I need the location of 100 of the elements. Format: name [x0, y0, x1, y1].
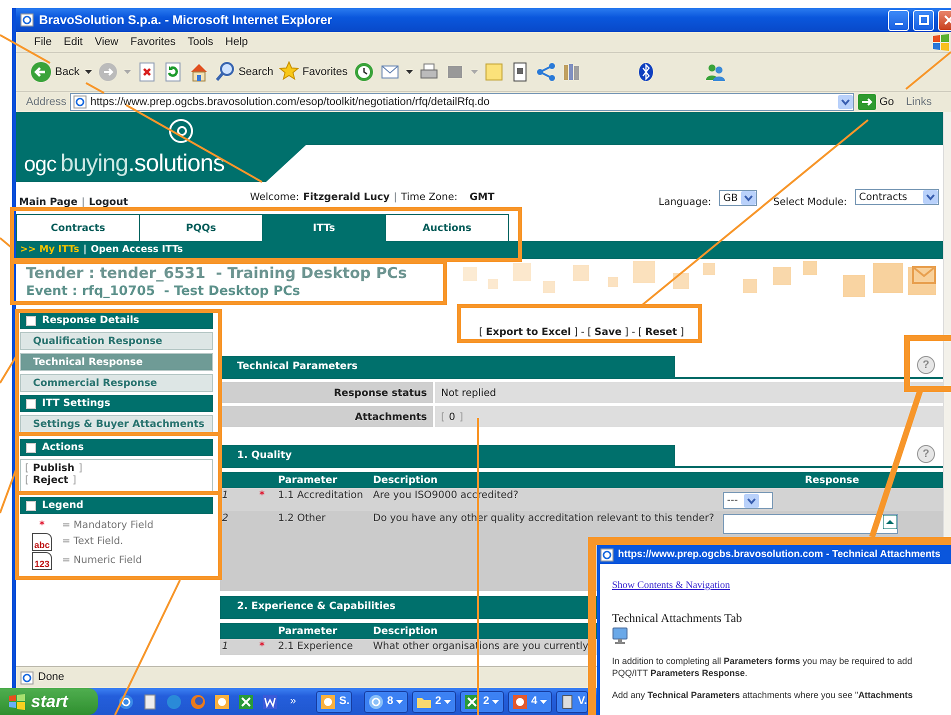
bluetooth-icon[interactable] [638, 62, 654, 82]
bracket: [ [441, 411, 445, 423]
search-button[interactable]: Search [215, 61, 274, 83]
address-field[interactable]: https://www.prep.ogcbs.bravosolution.com/esop/toolkit/negotiation/rfq/detailRfq.do [70, 93, 854, 111]
bracket: ] [459, 411, 464, 423]
sidebar-header[interactable]: Actions [20, 439, 213, 456]
square-icon [26, 500, 36, 510]
menu-item[interactable]: Tools [188, 34, 214, 50]
clock-icon [320, 694, 336, 710]
legend-icon: 123 [32, 552, 52, 570]
language-select[interactable]: GB [719, 190, 758, 206]
star-icon [279, 61, 300, 83]
column-header: Parameter [276, 623, 371, 639]
menu-item[interactable]: File [34, 34, 52, 50]
menu-item[interactable]: View [94, 34, 118, 50]
document-icon[interactable] [142, 694, 158, 710]
section-header: Technical Parameters [220, 356, 675, 377]
response-textarea[interactable] [723, 514, 898, 534]
field-value: Not replied [435, 382, 943, 403]
nav-tab[interactable]: Contracts [16, 214, 140, 241]
taskbar-button[interactable]: 2 [460, 690, 504, 712]
word-processor-icon[interactable] [262, 694, 278, 710]
column-header: Description [371, 472, 721, 488]
spreadsheet-icon[interactable] [238, 694, 254, 710]
browser-icon [368, 694, 384, 710]
menu-item[interactable]: Edit [64, 34, 83, 50]
app-icon [512, 694, 528, 710]
menu-item[interactable]: Favorites [130, 34, 176, 50]
dropdown-caret-icon[interactable] [85, 70, 92, 74]
help-paragraph: Add any Technical Parameters attachments where you see "Attachments [612, 689, 914, 701]
dropdown-caret-icon[interactable] [406, 70, 413, 74]
favorites-button[interactable]: Favorites [279, 61, 348, 83]
bracket: ] [78, 463, 82, 474]
sidebar-header[interactable]: ITT Settings [20, 395, 213, 412]
attachments-link[interactable]: 0 [448, 410, 456, 423]
nav-tab[interactable]: ITTs [262, 214, 386, 241]
close-icon [944, 15, 951, 25]
windows-flag-icon [931, 33, 951, 51]
back-icon [30, 61, 52, 83]
people-icon[interactable] [704, 62, 727, 82]
scroll-up-icon[interactable] [883, 515, 897, 529]
response-select[interactable]: --- [723, 492, 773, 509]
toolbar-link[interactable]: Export to Excel [486, 324, 571, 340]
go-button[interactable]: Go [858, 94, 894, 110]
parameter-cell: 2.1 Experience [276, 639, 371, 655]
document-icon [560, 694, 575, 710]
minimize-icon [894, 23, 902, 25]
taskbar-button[interactable]: 8 [364, 690, 408, 712]
bracket: ] [574, 326, 578, 340]
row-number: 1 [220, 639, 248, 655]
taskbar-button[interactable]: 2 [412, 690, 456, 712]
taskbar-button[interactable]: V. [556, 690, 588, 712]
links-button[interactable]: Links [906, 94, 932, 110]
taskbar-button[interactable]: S. [316, 690, 352, 712]
field-label: Attachments [220, 406, 433, 427]
clock-icon[interactable] [214, 694, 230, 710]
share-icon[interactable] [536, 62, 556, 82]
leader-line [0, 466, 18, 514]
taskbar-button[interactable]: 4 [508, 690, 552, 712]
back-button[interactable]: Back [30, 61, 80, 83]
field-label: Response status [220, 382, 433, 403]
mandatory-asterisk: * [259, 490, 265, 501]
books-icon[interactable] [562, 62, 582, 82]
more-button[interactable]: » [290, 693, 296, 710]
nav-link[interactable]: Logout [88, 195, 128, 210]
module-select[interactable]: Contracts [855, 189, 939, 205]
mandatory-asterisk: * [259, 641, 265, 652]
refresh-icon[interactable] [163, 62, 184, 82]
asterisk: * [38, 520, 46, 532]
dropdown-caret-icon [396, 700, 404, 704]
menu-item[interactable]: Help [225, 34, 248, 50]
subnav-link[interactable]: Open Access ITTs [90, 242, 183, 258]
maximize-button[interactable] [913, 10, 934, 30]
maximize-icon [918, 15, 928, 25]
action-link[interactable]: Reject [32, 475, 68, 486]
bracket: ] [680, 326, 684, 340]
history-icon[interactable] [354, 62, 374, 82]
status-text: Done [38, 670, 64, 686]
nav-tab[interactable]: Auctions [385, 214, 509, 241]
dropdown-caret-icon [540, 700, 548, 704]
toolbar-link[interactable]: Save [594, 324, 622, 340]
timezone-value: GMT [470, 191, 494, 205]
minimize-button[interactable] [888, 10, 909, 30]
sidebar-item[interactable]: Settings & Buyer Attachments [20, 415, 213, 433]
windows-flag-icon [8, 694, 26, 710]
browser-icon[interactable] [118, 694, 134, 710]
toolbar-link[interactable]: Reset [645, 324, 678, 340]
action-link[interactable]: Publish [32, 463, 74, 474]
subnav-link[interactable]: >> My ITTs [20, 242, 80, 258]
leader-line [0, 237, 13, 249]
timezone-label: Time Zone: [401, 191, 458, 205]
sidebar-header[interactable]: Response Details [20, 312, 213, 329]
nav-link[interactable]: Main Page [19, 195, 78, 210]
sidebar-item[interactable]: Commercial Response [20, 374, 213, 392]
stop-icon[interactable] [137, 62, 158, 82]
square-icon [26, 316, 36, 326]
square-icon [26, 442, 36, 452]
home-icon[interactable] [189, 62, 210, 82]
sidebar-item[interactable]: Qualification Response [20, 332, 213, 350]
sidebar-header[interactable]: Legend [20, 497, 213, 514]
